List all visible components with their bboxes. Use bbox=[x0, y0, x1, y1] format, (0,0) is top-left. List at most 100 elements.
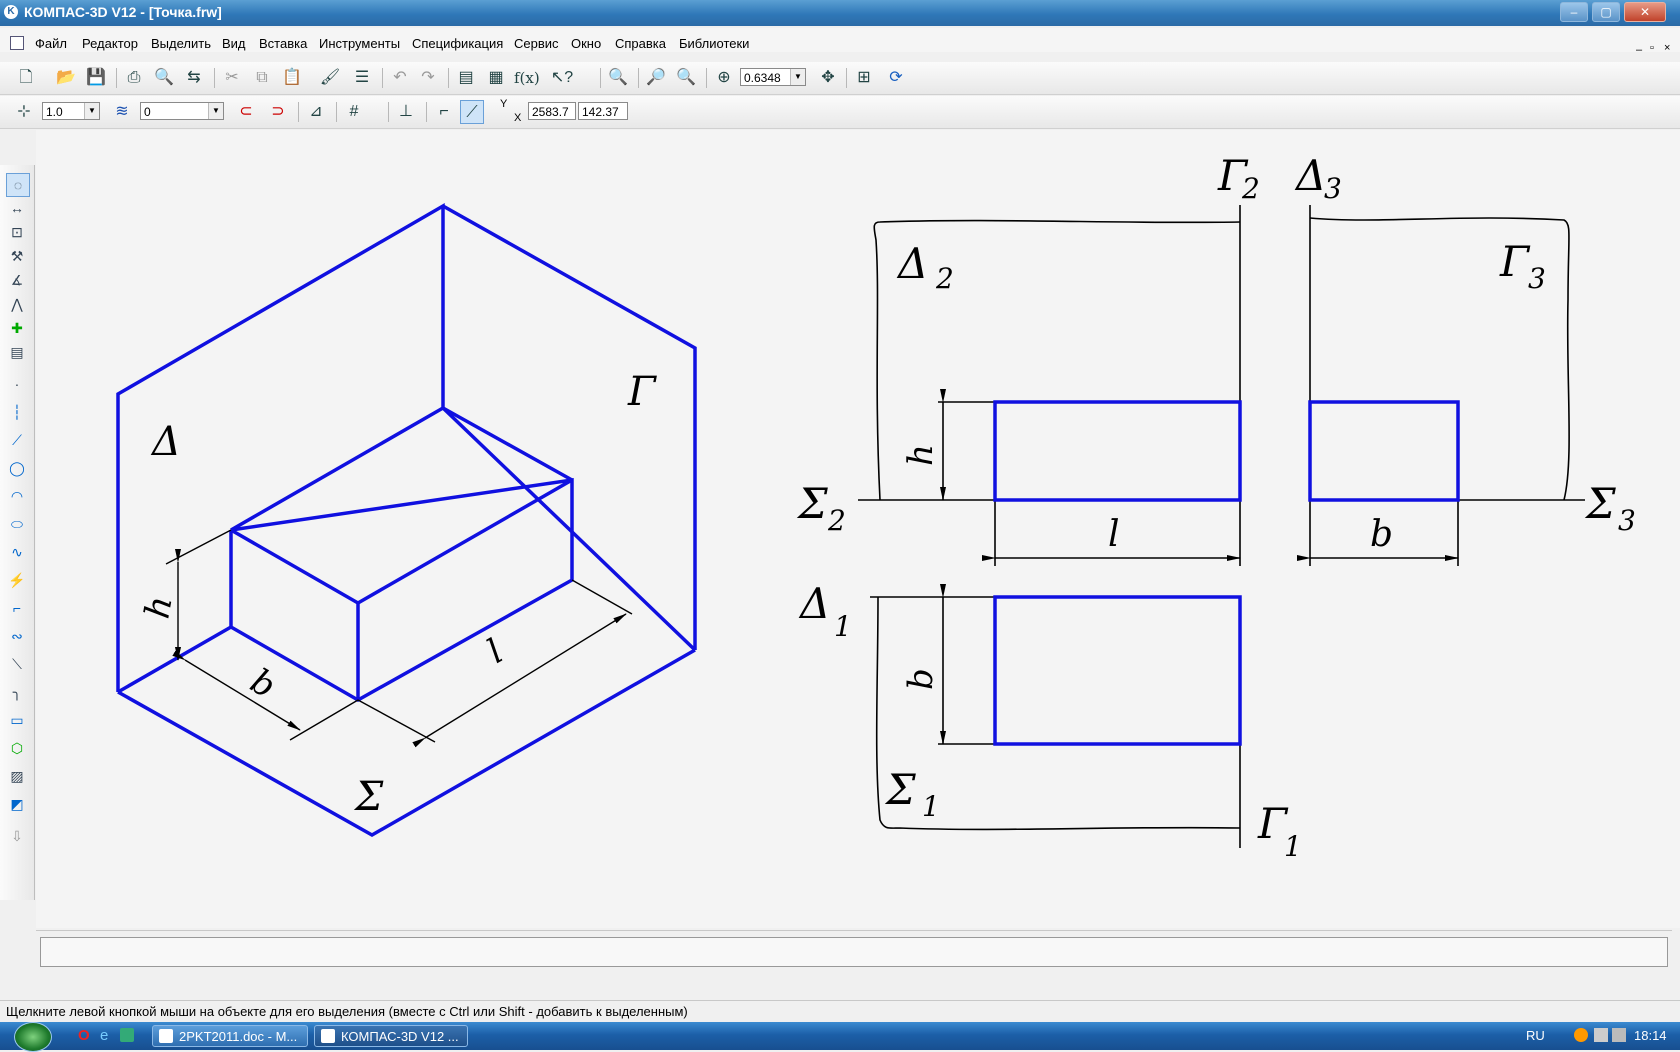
menu-edit[interactable]: Редактор bbox=[82, 36, 138, 51]
zoom-frame-icon[interactable]: 🔍 bbox=[606, 66, 630, 90]
segment-icon[interactable]: ⟋ bbox=[6, 429, 28, 451]
geometry-panel-icon[interactable]: ◌ bbox=[6, 173, 30, 197]
command-field[interactable] bbox=[40, 937, 1668, 967]
grid-icon[interactable]: # bbox=[342, 100, 366, 124]
save-icon[interactable]: 💾 bbox=[84, 66, 108, 90]
label-sigma: Σ bbox=[353, 774, 384, 820]
coord-x-field[interactable]: 142.37 bbox=[578, 102, 628, 120]
select-panel-icon[interactable]: ✚ bbox=[6, 317, 28, 339]
layer-combo[interactable]: 0 ▼ bbox=[140, 102, 224, 120]
maximize-button[interactable]: ▢ bbox=[1592, 2, 1620, 22]
zoom-in-icon[interactable]: 🔎 bbox=[644, 66, 668, 90]
polyline-icon[interactable]: ⌐ bbox=[6, 597, 28, 619]
doc-close-icon[interactable]: × bbox=[1664, 42, 1670, 54]
local-cs-icon[interactable]: ⊥ bbox=[394, 100, 418, 124]
menu-select[interactable]: Выделить bbox=[151, 36, 211, 51]
label-gamma2-sub: 2 bbox=[1241, 172, 1260, 205]
step-combo[interactable]: 1.0 ▼ bbox=[42, 102, 100, 120]
print-icon[interactable]: ⎙ bbox=[122, 66, 146, 90]
library-icon[interactable]: ▦ bbox=[484, 66, 508, 90]
zoom-combo[interactable]: 0.6348 ▼ bbox=[740, 68, 806, 86]
redo-icon[interactable]: ↷ bbox=[416, 66, 440, 90]
print-preview-icon[interactable]: 🔍 bbox=[152, 66, 176, 90]
drawing-canvas[interactable]: Δ Γ Σ h b l Γ 2 Δ 3 Δ 2 Γ 3 Σ 2 Σ 3 Δ 1 … bbox=[36, 130, 1680, 928]
context-help-icon[interactable]: ↖? bbox=[550, 66, 574, 90]
auxiliary-line-icon[interactable]: ┆ bbox=[6, 401, 28, 423]
copy-icon[interactable]: ⧉ bbox=[250, 66, 274, 90]
measure-panel-icon[interactable]: ⋀ bbox=[6, 293, 28, 315]
paste-icon[interactable]: 📋 bbox=[280, 66, 304, 90]
hatching-icon[interactable]: ▨ bbox=[6, 765, 28, 787]
orthogonal-mode-icon[interactable]: ⌐ bbox=[432, 100, 456, 124]
parametric-mode-icon[interactable]: ⟋ bbox=[460, 100, 484, 124]
menu-specification[interactable]: Спецификация bbox=[412, 36, 503, 51]
quicklaunch-icon[interactable] bbox=[120, 1028, 134, 1042]
cut-icon[interactable]: ✂ bbox=[220, 66, 244, 90]
document-icon[interactable] bbox=[10, 36, 24, 50]
symbols-panel-icon[interactable]: ⊡ bbox=[6, 221, 28, 243]
coord-x-label: X bbox=[514, 112, 522, 124]
isometric-view bbox=[116, 202, 697, 838]
minimize-button[interactable]: – bbox=[1560, 2, 1588, 22]
dimensions-panel-icon[interactable]: ↔ bbox=[6, 197, 28, 219]
brush-icon[interactable]: 🖌 bbox=[318, 66, 342, 90]
new-document-icon[interactable]: 🗋 bbox=[14, 66, 38, 90]
tray-app-icon[interactable] bbox=[1574, 1028, 1588, 1042]
spec-panel-icon[interactable]: ▤ bbox=[6, 341, 28, 363]
ellipse-icon[interactable]: ⬭ bbox=[6, 513, 28, 535]
doc-restore-icon[interactable]: ▫ bbox=[1650, 42, 1654, 54]
spline-icon[interactable]: ∿ bbox=[6, 541, 28, 563]
tray-volume-icon[interactable] bbox=[1612, 1028, 1626, 1042]
menu-help[interactable]: Справка bbox=[615, 36, 666, 51]
local-snap-icon[interactable]: ⊃ bbox=[266, 100, 290, 124]
language-indicator[interactable]: RU bbox=[1526, 1028, 1545, 1043]
menu-file[interactable]: Файл bbox=[35, 36, 67, 51]
taskbar-item-word[interactable]: 2PKT2011.doc - M... bbox=[152, 1025, 308, 1047]
undo-icon[interactable]: ↶ bbox=[388, 66, 412, 90]
arc-icon[interactable]: ◠ bbox=[6, 485, 28, 507]
zoom-scale-icon[interactable]: ⊕ bbox=[712, 66, 736, 90]
doc-minimize-icon[interactable]: – bbox=[1636, 44, 1642, 56]
opera-icon[interactable]: O bbox=[78, 1027, 90, 1044]
snap-magnet-icon[interactable]: ⊂ bbox=[234, 100, 258, 124]
manager-icon[interactable]: ▤ bbox=[454, 66, 478, 90]
close-button[interactable]: ✕ bbox=[1624, 2, 1666, 22]
fill-icon[interactable]: ◩ bbox=[6, 793, 28, 815]
clock[interactable]: 18:14 bbox=[1634, 1028, 1667, 1043]
hatch-icon[interactable]: ⚡ bbox=[6, 569, 28, 591]
ie-icon[interactable]: e bbox=[100, 1027, 108, 1044]
open-icon[interactable]: 📂 bbox=[54, 66, 78, 90]
taskbar-item-kompas[interactable]: КОМПАС-3D V12 ... bbox=[314, 1025, 468, 1047]
menu-libraries[interactable]: Библиотеки bbox=[679, 36, 749, 51]
properties-icon[interactable]: ☰ bbox=[350, 66, 374, 90]
insert-fragment-icon[interactable]: ⇩ bbox=[6, 825, 28, 847]
rectangle-icon[interactable]: ▭ bbox=[6, 709, 28, 731]
chamfer-icon[interactable]: ⟍ bbox=[6, 653, 28, 675]
polygon-icon[interactable]: ⬡ bbox=[6, 737, 28, 759]
layers-icon[interactable]: ≋ bbox=[110, 100, 134, 124]
ortho-icon[interactable]: ⊿ bbox=[304, 100, 328, 124]
pan-icon[interactable]: ✥ bbox=[816, 66, 840, 90]
variables-fx-icon[interactable]: f(x) bbox=[514, 66, 540, 90]
refresh-icon[interactable]: ⟳ bbox=[884, 66, 908, 90]
menu-service[interactable]: Сервис bbox=[514, 36, 559, 51]
fillet-icon[interactable]: ╮ bbox=[6, 681, 28, 703]
zoom-out-icon[interactable]: 🔍 bbox=[674, 66, 698, 90]
bezier-icon[interactable]: ∾ bbox=[6, 625, 28, 647]
edit-panel-icon[interactable]: ⚒ bbox=[6, 245, 28, 267]
menu-view[interactable]: Вид bbox=[222, 36, 246, 51]
cursor-step-icon[interactable]: ⊹ bbox=[12, 100, 36, 124]
menu-window[interactable]: Окно bbox=[571, 36, 601, 51]
tray-network-icon[interactable] bbox=[1594, 1028, 1608, 1042]
kompas-icon bbox=[321, 1029, 335, 1043]
start-button[interactable] bbox=[14, 1022, 52, 1052]
export-icon[interactable]: ⇆ bbox=[182, 66, 206, 90]
circle-icon[interactable]: ◯ bbox=[6, 457, 28, 479]
point-icon[interactable]: · bbox=[6, 373, 28, 395]
coord-y-field[interactable]: 2583.7 bbox=[528, 102, 576, 120]
parametrization-panel-icon[interactable]: ∡ bbox=[6, 269, 28, 291]
menu-insert[interactable]: Вставка bbox=[259, 36, 307, 51]
menu-tools[interactable]: Инструменты bbox=[319, 36, 400, 51]
redraw-grid-icon[interactable]: ⊞ bbox=[852, 66, 876, 90]
standard-toolbar: 🗋 📂 💾 ⎙ 🔍 ⇆ ✂ ⧉ 📋 🖌 ☰ ↶ ↷ ▤ ▦ f(x) ↖? 🔍 … bbox=[0, 62, 1680, 95]
